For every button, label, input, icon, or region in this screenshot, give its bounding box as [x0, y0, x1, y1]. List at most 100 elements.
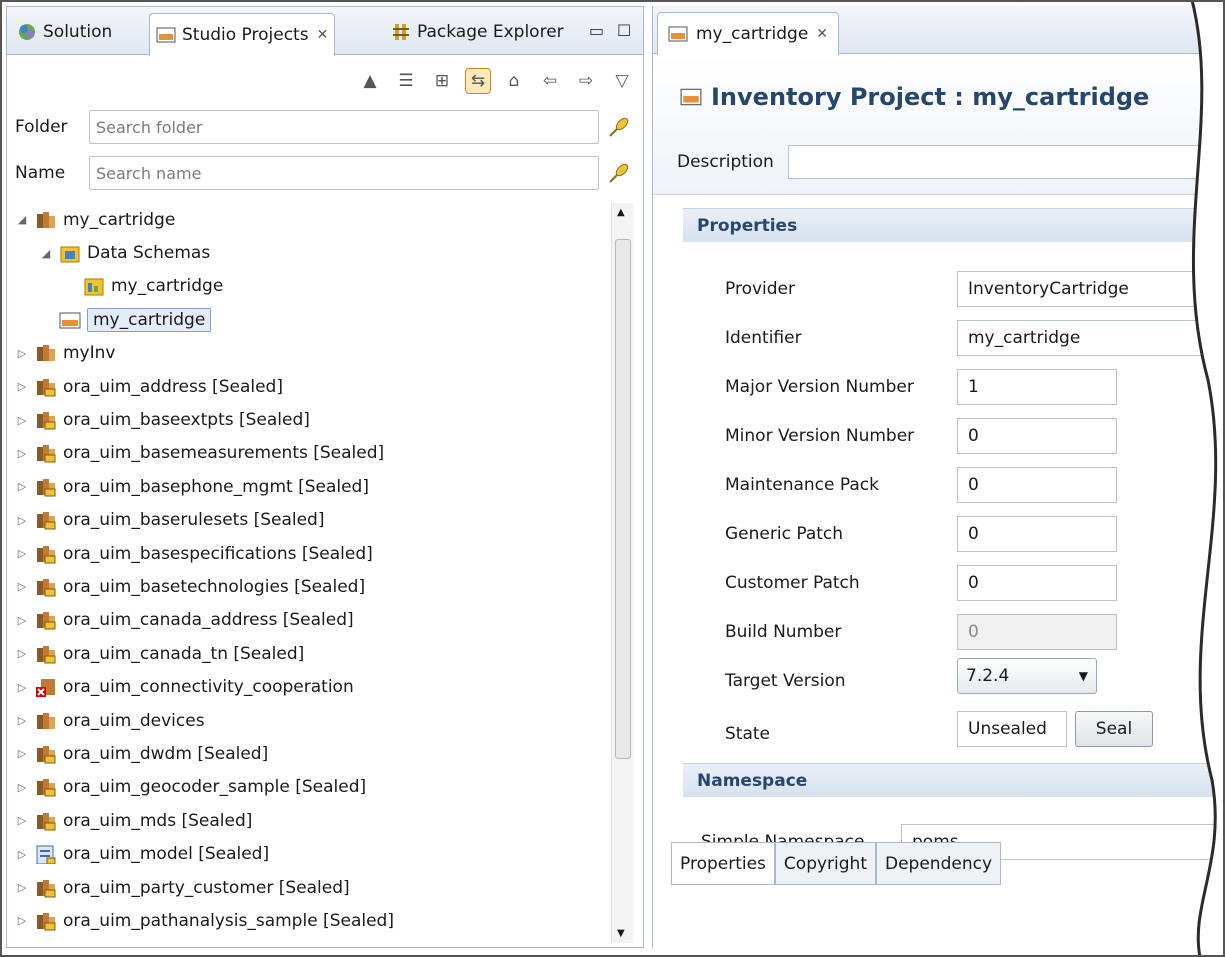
collapsed-triangle-icon[interactable]: ▷	[15, 547, 29, 560]
tree-item[interactable]: ◢ my_cartridge	[15, 203, 605, 236]
tab-dependency[interactable]: Dependency	[876, 843, 1001, 885]
scroll-down-icon[interactable]: ▼	[617, 928, 625, 939]
tree-item[interactable]: ▷ ora_uim_party_customer [Sealed]	[15, 871, 605, 904]
name-filter: Name Search name	[15, 155, 631, 191]
forward-arrow-icon[interactable]: ⇨	[573, 68, 599, 94]
tree-item-label: ora_uim_geocoder_sample [Sealed]	[63, 777, 367, 798]
collapsed-triangle-icon[interactable]: ▷	[15, 848, 29, 861]
folder-label: Folder	[15, 117, 68, 137]
tree-item-label: ora_uim_basephone_mgmt [Sealed]	[63, 476, 369, 497]
tree-item[interactable]: ▷ myInv	[15, 337, 605, 370]
major-version-field[interactable]: 1	[957, 369, 1117, 405]
tree-item[interactable]: ▷ ora_uim_devices	[15, 704, 605, 737]
collapsed-triangle-icon[interactable]: ▷	[15, 447, 29, 460]
generic-patch-field[interactable]: 0	[957, 516, 1117, 552]
tree-item-label: ora_uim_basespecifications [Sealed]	[63, 543, 373, 564]
tab-solution[interactable]: Solution	[11, 13, 118, 51]
tab-studio-projects-label: Studio Projects	[182, 25, 309, 45]
link-with-editor-icon[interactable]: ⇆	[465, 68, 491, 94]
tree-item[interactable]: ▷ ora_uim_basephone_mgmt [Sealed]	[15, 470, 605, 503]
page-title-text: Inventory Project : my_cartridge	[711, 83, 1150, 111]
tree-item[interactable]: ▷ ora_uim_canada_address [Sealed]	[15, 604, 605, 637]
collapsed-triangle-icon[interactable]: ▷	[15, 380, 29, 393]
tree-item[interactable]: ▷ ora_uim_model [Sealed]	[15, 837, 605, 870]
collapsed-triangle-icon[interactable]: ▷	[15, 881, 29, 894]
seal-button[interactable]: Seal	[1075, 711, 1153, 747]
collapsed-triangle-icon[interactable]: ▷	[15, 414, 29, 427]
screenshot-frame: Solution Studio Projects ✕ Package Explo…	[0, 0, 1225, 957]
grid-icon[interactable]: ⊞	[429, 68, 455, 94]
collapsed-triangle-icon[interactable]: ▷	[15, 681, 29, 694]
tree-item[interactable]: ▷ ora_uim_address [Sealed]	[15, 370, 605, 403]
name-search-input[interactable]: Search name	[89, 156, 599, 190]
studio-projects-icon	[156, 25, 176, 45]
scrollbar-thumb[interactable]	[615, 239, 631, 759]
tab-studio-projects[interactable]: Studio Projects ✕	[149, 13, 335, 56]
tree-item-label: ora_uim_model [Sealed]	[63, 844, 270, 865]
folder-search-input[interactable]: Search folder	[89, 110, 599, 144]
expanded-triangle-icon[interactable]: ◢	[15, 213, 29, 226]
scroll-up-icon[interactable]: ▲	[617, 207, 625, 218]
tree-item[interactable]: ▷ ora_uim_pathanalysis_sample [Sealed]	[15, 904, 605, 937]
model-cartridge-icon	[35, 844, 57, 864]
tree-item-label: ora_uim_mds [Sealed]	[63, 810, 253, 831]
sealed-cartridge-icon	[35, 544, 57, 564]
identifier-field[interactable]: my_cartridge	[957, 320, 1225, 356]
collapsed-triangle-icon[interactable]: ▷	[15, 814, 29, 827]
maintenance-pack-label: Maintenance Pack	[725, 475, 879, 495]
expanded-triangle-icon[interactable]: ◢	[39, 247, 53, 260]
close-icon[interactable]: ✕	[816, 26, 828, 42]
tree-item[interactable]: ▷ ora_uim_basemeasurements [Sealed]	[15, 437, 605, 470]
collapsed-triangle-icon[interactable]: ▷	[15, 580, 29, 593]
data-schema-icon	[83, 276, 105, 296]
tree-item[interactable]: ▷ ora_uim_baseextpts [Sealed]	[15, 403, 605, 436]
pin-icon[interactable]	[607, 115, 631, 139]
tree-item[interactable]: ◢ Data Schemas	[15, 236, 605, 269]
tab-package-explorer[interactable]: Package Explorer	[385, 13, 570, 51]
tree-item[interactable]: my_cartridge	[15, 303, 605, 336]
tree-item[interactable]: ▷ ora_uim_mds [Sealed]	[15, 804, 605, 837]
description-input[interactable]	[788, 145, 1225, 179]
maintenance-pack-field[interactable]: 0	[957, 467, 1117, 503]
hierarchy-icon[interactable]: ☰	[393, 68, 419, 94]
tree-item[interactable]: ▷ ora_uim_basespecifications [Sealed]	[15, 537, 605, 570]
editor-tab-my-cartridge[interactable]: my_cartridge ✕	[657, 12, 839, 55]
tree-scrollbar[interactable]: ▲ ▼	[611, 203, 633, 943]
namespace-section-header[interactable]: Namespace	[683, 763, 1213, 797]
tab-properties[interactable]: Properties	[671, 843, 775, 885]
collapsed-triangle-icon[interactable]: ▷	[15, 347, 29, 360]
collapsed-triangle-icon[interactable]: ▷	[15, 714, 29, 727]
target-version-select[interactable]: 7.2.4 ▼	[957, 658, 1097, 694]
back-arrow-icon[interactable]: ⇦	[537, 68, 563, 94]
collapsed-triangle-icon[interactable]: ▷	[15, 514, 29, 527]
tree-item[interactable]: ▷ ora_uim_basetechnologies [Sealed]	[15, 570, 605, 603]
minor-version-field[interactable]: 0	[957, 418, 1117, 454]
chevron-down-icon: ▼	[1078, 669, 1088, 683]
collapsed-triangle-icon[interactable]: ▷	[15, 914, 29, 927]
tree-item[interactable]: my_cartridge	[15, 270, 605, 303]
pin-icon[interactable]	[607, 161, 631, 185]
tree-item[interactable]: ▷ ora_uim_geocoder_sample [Sealed]	[15, 771, 605, 804]
provider-field[interactable]: InventoryCartridge	[957, 271, 1225, 307]
collapsed-triangle-icon[interactable]: ▷	[15, 647, 29, 660]
collapsed-triangle-icon[interactable]: ▷	[15, 480, 29, 493]
collapse-all-icon[interactable]: ▲	[357, 68, 383, 94]
customer-patch-field[interactable]: 0	[957, 565, 1117, 601]
inventory-project-icon	[679, 86, 703, 108]
view-menu-icon[interactable]: ▽	[609, 68, 635, 94]
minimize-icon[interactable]: ▭	[589, 21, 604, 40]
inventory-project-icon	[59, 310, 81, 330]
collapsed-triangle-icon[interactable]: ▷	[15, 614, 29, 627]
close-icon[interactable]: ✕	[317, 27, 329, 43]
tree-item[interactable]: ▷ ora_uim_baserulesets [Sealed]	[15, 504, 605, 537]
tree-item[interactable]: ▷ ora_uim_dwdm [Sealed]	[15, 737, 605, 770]
collapsed-triangle-icon[interactable]: ▷	[15, 781, 29, 794]
properties-section-header[interactable]: Properties	[683, 208, 1213, 242]
description-label: Description	[677, 152, 774, 172]
collapsed-triangle-icon[interactable]: ▷	[15, 747, 29, 760]
tree-item[interactable]: ▷ ora_uim_connectivity_cooperation	[15, 670, 605, 703]
maximize-icon[interactable]: ☐	[617, 21, 631, 40]
tab-copyright[interactable]: Copyright	[775, 843, 876, 885]
tree-item[interactable]: ▷ ora_uim_canada_tn [Sealed]	[15, 637, 605, 670]
home-icon[interactable]: ⌂	[501, 68, 527, 94]
